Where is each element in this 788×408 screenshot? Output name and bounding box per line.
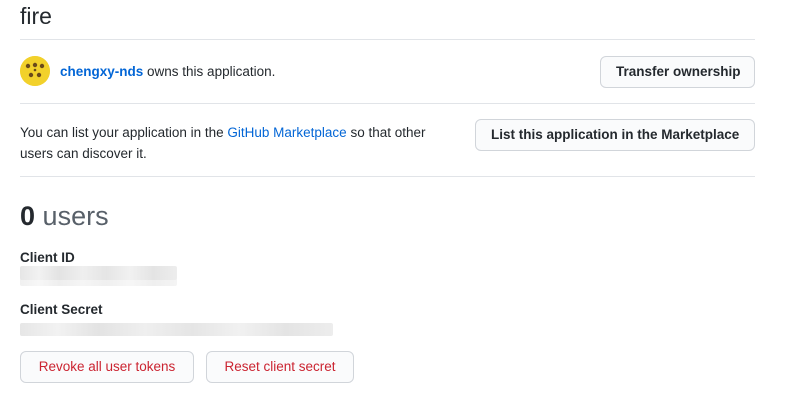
github-marketplace-link[interactable]: GitHub Marketplace <box>227 125 346 140</box>
marketplace-description: You can list your application in the Git… <box>20 122 460 164</box>
client-secret-value-redacted <box>20 323 333 336</box>
owner-line: chengxy-nds owns this application. <box>60 64 275 80</box>
divider <box>20 176 755 177</box>
marketplace-text-before: You can list your application in the <box>20 125 228 140</box>
reset-client-secret-button[interactable]: Reset client secret <box>206 351 354 383</box>
users-count-label: users <box>42 201 109 231</box>
client-id-value-redacted <box>20 278 177 286</box>
revoke-user-tokens-button[interactable]: Revoke all user tokens <box>20 351 194 383</box>
owner-suffix-text: owns this application. <box>143 64 276 79</box>
divider <box>20 39 755 40</box>
app-title: fire <box>20 3 52 29</box>
owner-username-link[interactable]: chengxy-nds <box>60 64 143 79</box>
client-id-label: Client ID <box>20 250 75 265</box>
divider <box>20 103 755 104</box>
owner-avatar[interactable] <box>20 56 50 86</box>
users-count: 0 users <box>20 199 109 233</box>
transfer-ownership-button[interactable]: Transfer ownership <box>600 56 755 88</box>
list-in-marketplace-button[interactable]: List this application in the Marketplace <box>475 119 755 151</box>
client-secret-label: Client Secret <box>20 302 103 317</box>
users-count-number: 0 <box>20 201 36 231</box>
